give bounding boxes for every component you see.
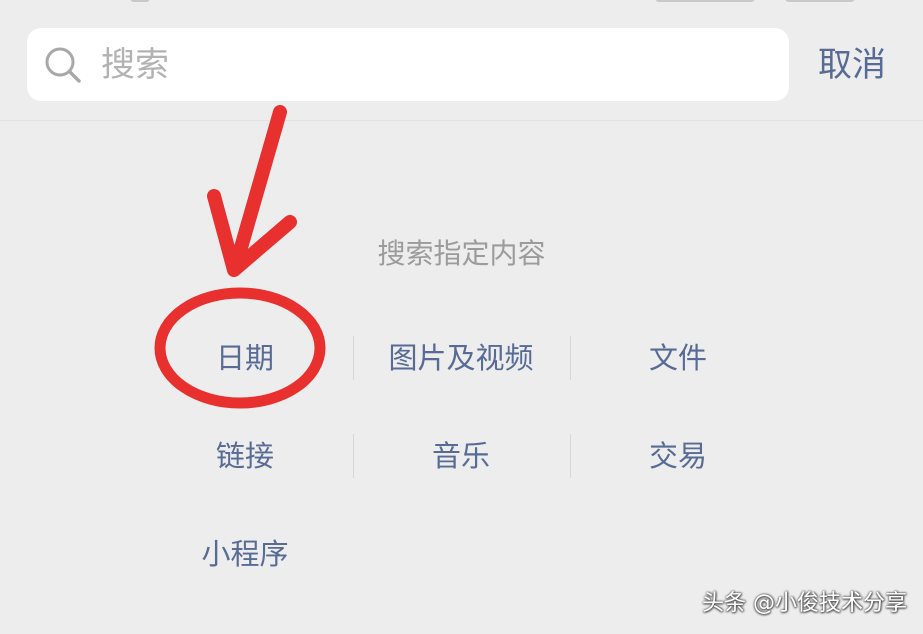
status-bar-remnant [785,0,855,2]
search-input[interactable] [101,28,761,101]
search-icon [45,47,81,83]
status-bar-remnant [655,0,755,2]
status-bar-remnant [130,0,150,2]
category-date[interactable]: 日期 [137,336,353,380]
category-mini-programs[interactable]: 小程序 [137,532,353,576]
grid-divider [353,434,354,478]
category-files[interactable]: 文件 [570,336,786,380]
category-transactions[interactable]: 交易 [570,434,786,478]
category-links[interactable]: 链接 [137,434,353,478]
grid-divider [570,336,571,380]
category-music[interactable]: 音乐 [353,434,569,478]
header-divider [0,120,923,121]
grid-divider [570,434,571,478]
category-images-videos[interactable]: 图片及视频 [353,336,569,380]
grid-divider [353,336,354,380]
cancel-button[interactable]: 取消 [818,40,886,90]
watermark: 头条 @小俊技术分享 [702,591,907,616]
search-box[interactable] [27,28,789,101]
section-title: 搜索指定内容 [377,237,546,270]
